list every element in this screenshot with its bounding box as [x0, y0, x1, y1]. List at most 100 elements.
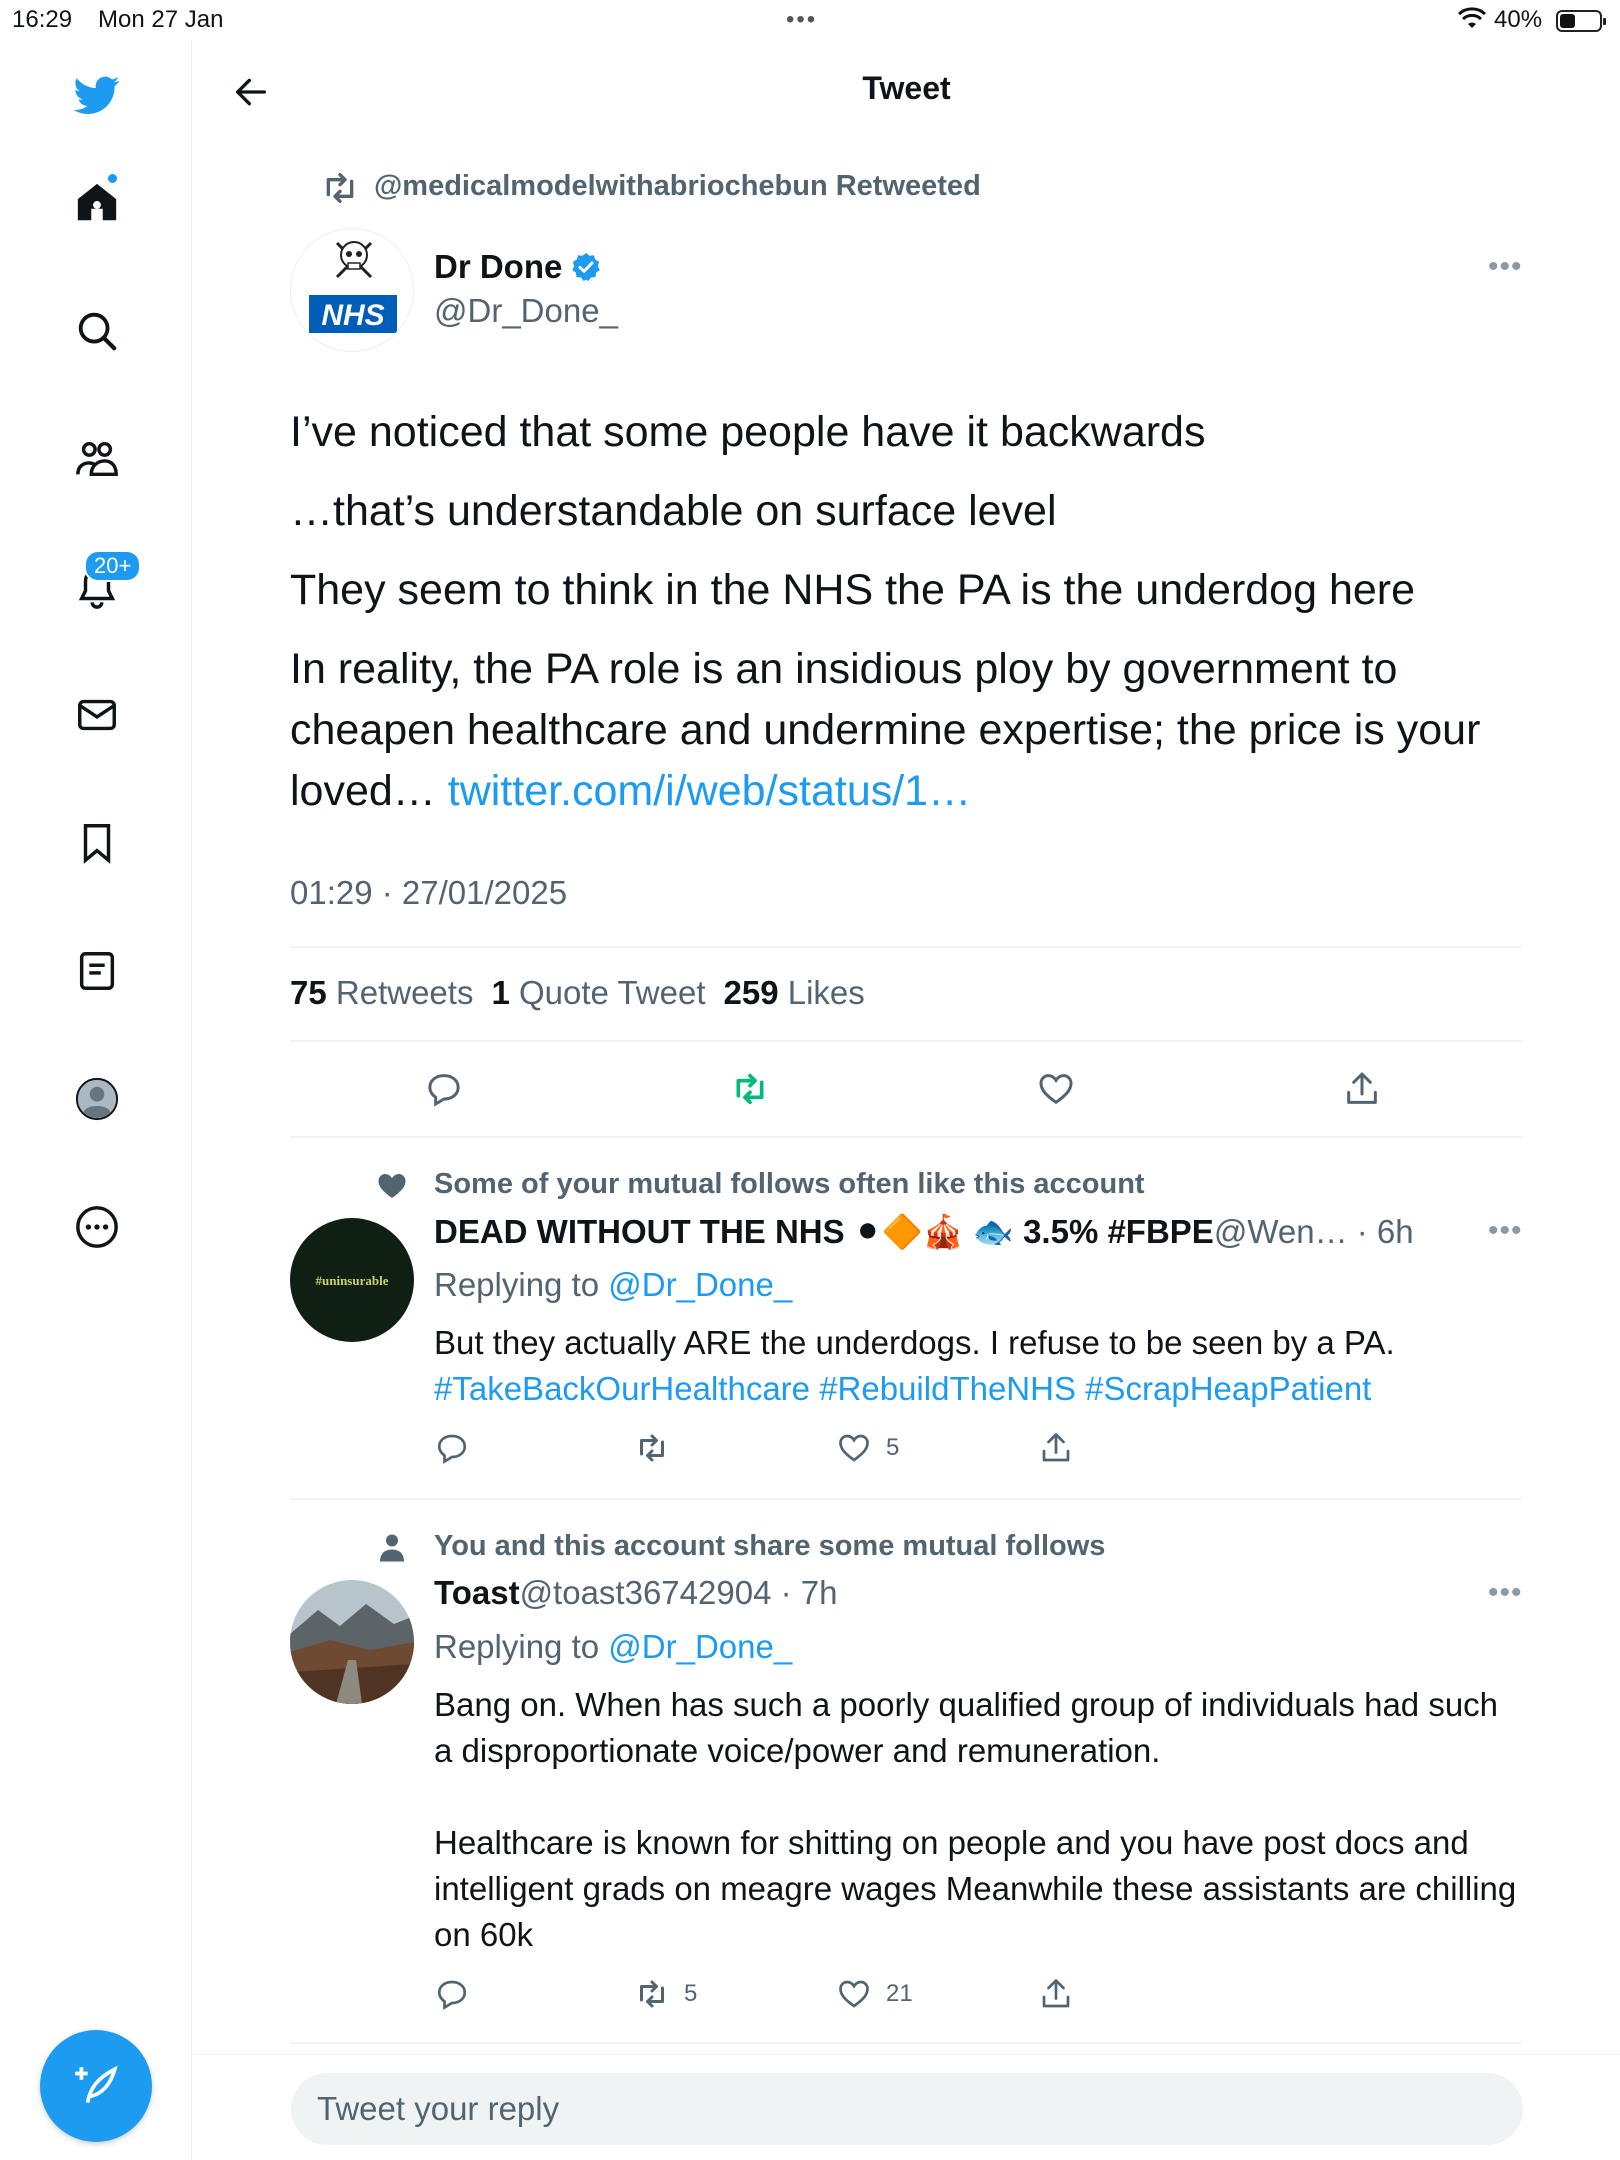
divider	[290, 1040, 1522, 1042]
tweet-stats: 75 Retweets 1 Quote Tweet 259 Likes	[290, 974, 865, 1012]
feather-plus-icon	[75, 2065, 118, 2103]
reply-bubble-icon	[437, 1980, 467, 2010]
battery-icon	[1556, 10, 1606, 32]
retweet-button[interactable]	[720, 1064, 780, 1114]
likes-stat[interactable]: 259 Likes	[724, 974, 865, 1012]
tweet-link[interactable]: twitter.com/i/web/status/1…	[448, 767, 971, 815]
share-icon	[1347, 1072, 1377, 1104]
bookmarks-icon[interactable]	[62, 808, 132, 878]
replying-to-handle[interactable]: @Dr_Done_	[608, 1266, 792, 1303]
status-date: Mon 27 Jan	[98, 6, 224, 33]
wifi-icon	[1457, 6, 1487, 37]
page-header: Tweet	[193, 40, 1620, 144]
reply-more-icon[interactable]: •••	[1488, 1214, 1523, 1248]
retweet-icon	[326, 173, 354, 203]
heart-icon	[1039, 1074, 1073, 1105]
retweet-icon	[640, 1434, 664, 1462]
sidebar: 20+	[0, 40, 192, 2160]
skull-crossbones-icon	[335, 241, 373, 279]
divider	[290, 946, 1522, 948]
reply-author-name: Toast	[434, 1574, 520, 1611]
notifications-count-badge: 20+	[84, 550, 142, 582]
reply-input[interactable]	[291, 2073, 1523, 2145]
replying-to: Replying to @Dr_Done_	[434, 1628, 793, 1665]
share-button[interactable]	[1332, 1064, 1392, 1114]
retweets-stat[interactable]: 75 Retweets	[290, 974, 473, 1012]
verified-badge-icon	[572, 253, 601, 281]
reply-like-button[interactable]: 5	[836, 1430, 899, 1466]
reply-reply-button[interactable]	[434, 1430, 470, 1466]
compose-tweet-button[interactable]	[40, 2030, 152, 2142]
share-icon	[1042, 1433, 1070, 1462]
tweet-line: …that’s understandable on surface level	[290, 487, 1057, 535]
reply-handle-time: @Wen… · 6h	[1213, 1213, 1414, 1250]
reply-share-button[interactable]	[1038, 1976, 1074, 2012]
heart-icon	[839, 1980, 869, 2008]
more-options-icon[interactable]	[62, 1192, 132, 1262]
share-icon	[1042, 1979, 1070, 2008]
tweet-line: I’ve noticed that some people have it ba…	[290, 408, 1206, 456]
reply-header[interactable]: DEAD WITHOUT THE NHS ⚫🔶🎪 🐟 3.5% #FBPE @W…	[434, 1212, 1414, 1252]
home-icon[interactable]	[62, 168, 132, 238]
reply-handle-time: @toast36742904 · 7h	[519, 1574, 838, 1611]
tweet-more-icon[interactable]: •••	[1488, 250, 1523, 284]
lists-icon[interactable]	[62, 936, 132, 1006]
messages-icon[interactable]	[62, 680, 132, 750]
reply-retweet-button[interactable]: 5	[634, 1976, 697, 2012]
status-time: 16:29	[12, 6, 73, 33]
svg-text:NHS: NHS	[321, 299, 384, 332]
divider	[290, 1136, 1522, 1138]
page-title: Tweet	[862, 70, 951, 106]
heart-filled-icon	[378, 1174, 406, 1198]
reply-text: Bang on. When has such a poorly qualifie…	[434, 1686, 1517, 1953]
reply-hashtags[interactable]: #TakeBackOurHealthcare #RebuildTheNHS #S…	[434, 1366, 1524, 1412]
reply-like-button[interactable]: 21	[836, 1976, 913, 2012]
svg-text:#uninsurable: #uninsurable	[316, 1273, 389, 1288]
reply-author-name: DEAD WITHOUT THE NHS ⚫🔶🎪 🐟 3.5% #FBPE	[434, 1213, 1214, 1250]
social-context: You and this account share some mutual f…	[380, 1530, 1105, 1563]
tweet-timestamp[interactable]: 01:29 · 27/01/2025	[290, 874, 567, 912]
reply-retweet-count: 5	[684, 1980, 698, 2007]
communities-icon[interactable]	[62, 424, 132, 494]
reply-share-button[interactable]	[1038, 1430, 1074, 1466]
author-handle[interactable]: @Dr_Done_	[434, 292, 618, 330]
reply-button[interactable]	[414, 1064, 474, 1114]
home-unread-dot	[106, 172, 119, 185]
reply-bubble-icon	[437, 1434, 467, 1464]
status-bar: 16:29 Mon 27 Jan ••• 40%	[0, 0, 1620, 40]
reply-bubble-icon	[428, 1074, 460, 1107]
social-context: Some of your mutual follows often like t…	[378, 1168, 1145, 1201]
replying-to-handle[interactable]: @Dr_Done_	[608, 1628, 792, 1665]
search-icon[interactable]	[62, 296, 132, 366]
reply-like-count: 5	[886, 1434, 900, 1461]
notifications-bell-icon[interactable]: 20+	[62, 550, 142, 622]
reply-header[interactable]: Toast @toast36742904 · 7h	[434, 1574, 837, 1612]
author-name-row[interactable]: Dr Done	[434, 248, 602, 286]
divider	[290, 2042, 1522, 2044]
reply-avatar[interactable]: #uninsurable	[290, 1218, 414, 1342]
reply-composer-bar	[193, 2054, 1620, 2160]
like-button[interactable]	[1026, 1064, 1086, 1114]
reply-more-icon[interactable]: •••	[1488, 1576, 1523, 1610]
twitter-logo-icon[interactable]	[62, 60, 132, 130]
reply-text: But they actually ARE the underdogs. I r…	[434, 1320, 1524, 1412]
landscape-photo-icon	[290, 1580, 414, 1704]
tweet-text: I’ve noticed that some people have it ba…	[290, 402, 1530, 840]
author-avatar[interactable]: NHS	[290, 228, 414, 352]
tweet-line: They seem to think in the NHS the PA is …	[290, 566, 1416, 614]
profile-avatar-icon[interactable]	[62, 1064, 132, 1134]
author-name: Dr Done	[434, 248, 563, 285]
reply-like-count: 21	[886, 1980, 913, 2007]
retweet-icon	[640, 1980, 664, 2008]
retweeted-by-text: @medicalmodelwithabriochebun Retweeted	[374, 170, 981, 202]
multitasking-dots-icon[interactable]: •••	[786, 6, 817, 34]
reply-reply-button[interactable]	[434, 1976, 470, 2012]
retweeted-by-line[interactable]: @medicalmodelwithabriochebun Retweeted	[326, 170, 981, 203]
replying-to: Replying to @Dr_Done_	[434, 1266, 793, 1303]
reply-retweet-button[interactable]	[634, 1430, 684, 1466]
person-icon	[380, 1534, 404, 1562]
battery-percent: 40%	[1494, 6, 1543, 33]
retweet-active-icon	[736, 1073, 764, 1105]
reply-avatar[interactable]	[290, 1580, 414, 1704]
quotes-stat[interactable]: 1 Quote Tweet	[491, 974, 705, 1012]
